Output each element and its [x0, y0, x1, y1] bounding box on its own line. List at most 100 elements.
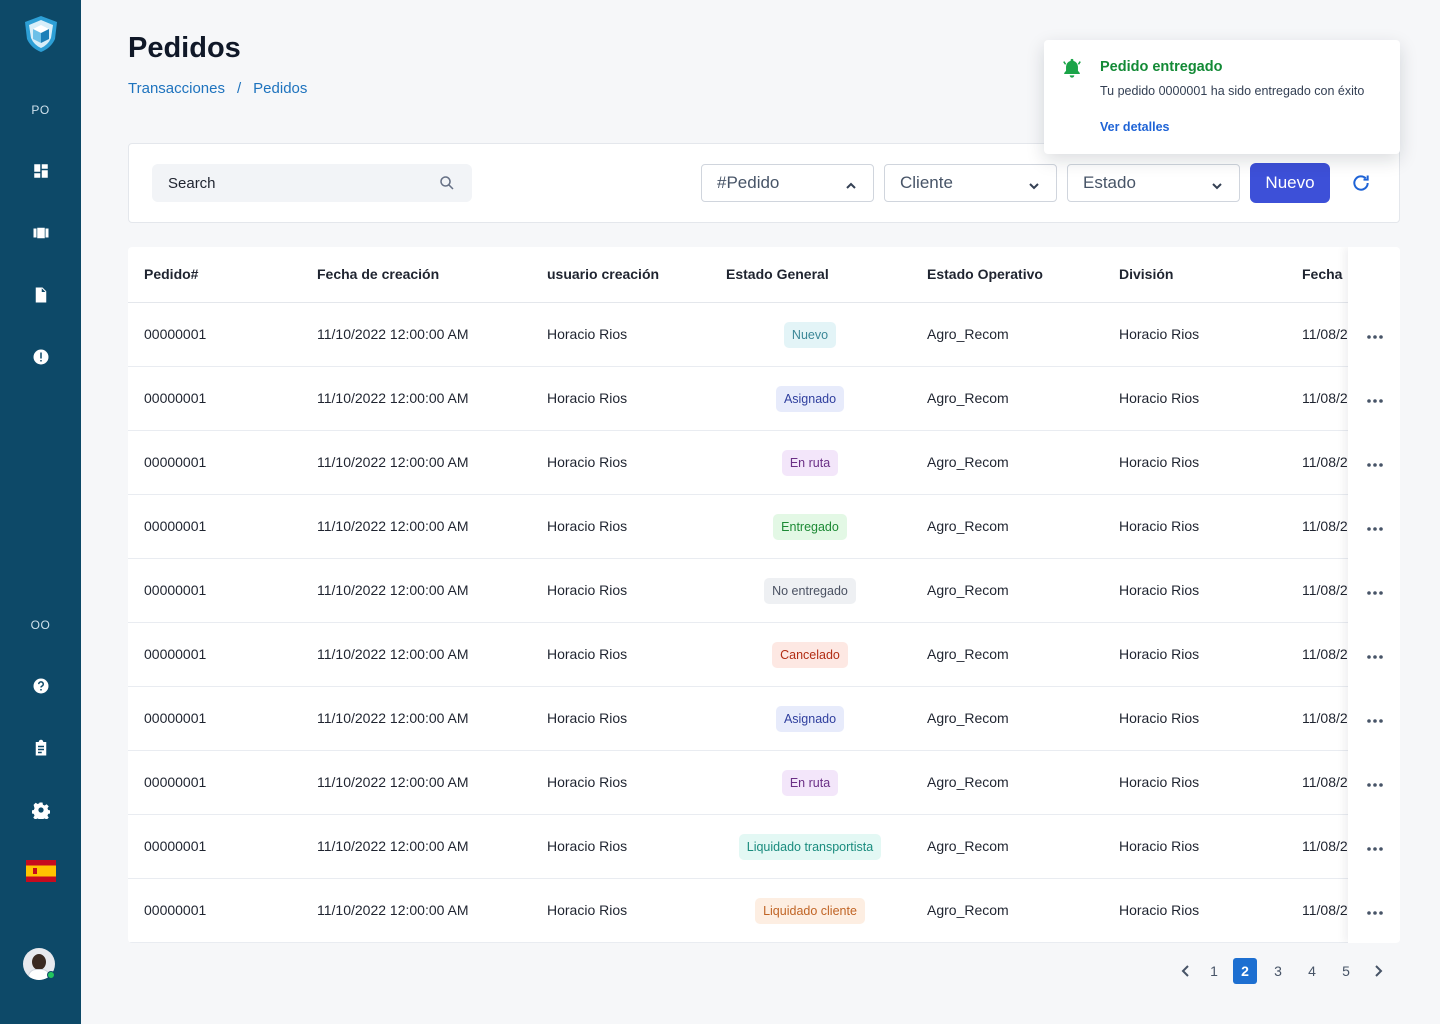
trucks-icon[interactable]	[0, 222, 81, 244]
more-horizontal-icon[interactable]	[1366, 709, 1384, 727]
prev-page-icon[interactable]	[1174, 958, 1198, 984]
page-2[interactable]: 2	[1233, 958, 1257, 984]
cell-pedido: 00000001	[144, 518, 207, 534]
pedido-filter-select[interactable]: #Pedido	[701, 164, 874, 202]
cell-usuario: Horacio Rios	[547, 326, 628, 342]
table-row[interactable]: 00000001 11/10/2022 12:00:00 AM Horacio Ri…	[128, 815, 1400, 879]
cell-fecha: 11/08/2	[1302, 390, 1348, 406]
page-4[interactable]: 4	[1300, 958, 1324, 984]
more-horizontal-icon[interactable]	[1366, 837, 1384, 855]
status-badge: En ruta	[781, 770, 839, 796]
column-header-estado-operativo[interactable]: Estado Operativo	[927, 266, 1043, 282]
table-row[interactable]: 00000001 11/10/2022 12:00:00 AM Horacio Ri…	[128, 623, 1400, 687]
cell-fecha: 11/08/2	[1302, 838, 1348, 854]
notification-toast: Pedido entregado Tu pedido 0000001 ha si…	[1044, 40, 1400, 154]
page-5[interactable]: 5	[1334, 958, 1358, 984]
new-order-button[interactable]: Nuevo	[1250, 163, 1330, 203]
search-input[interactable]: Search	[152, 164, 472, 202]
estado-filter-select[interactable]: Estado	[1067, 164, 1240, 202]
chevron-up-icon	[845, 177, 857, 197]
next-page-icon[interactable]	[1366, 958, 1390, 984]
table-row[interactable]: 00000001 11/10/2022 12:00:00 AM Horacio Ri…	[128, 367, 1400, 431]
table-row[interactable]: 00000001 11/10/2022 12:00:00 AM Horacio Ri…	[128, 431, 1400, 495]
cell-division: Horacio Rios	[1119, 518, 1200, 534]
page-3[interactable]: 3	[1266, 958, 1290, 984]
breadcrumb-pedidos[interactable]: Pedidos	[253, 80, 307, 97]
row-actions-column	[1348, 247, 1400, 943]
pedido-filter-label: #Pedido	[717, 173, 780, 192]
cliente-filter-select[interactable]: Cliente	[884, 164, 1057, 202]
view-details-link[interactable]: Ver detalles	[1100, 120, 1170, 134]
refresh-icon[interactable]	[1351, 173, 1371, 198]
more-horizontal-icon[interactable]	[1366, 389, 1384, 407]
status-badge: En ruta	[781, 450, 839, 476]
page-1[interactable]: 1	[1202, 958, 1226, 984]
column-header-fecha-creacion[interactable]: Fecha de creación	[317, 266, 439, 282]
more-horizontal-icon[interactable]	[1366, 773, 1384, 791]
cell-estado-operativo: Agro_Recom	[927, 646, 1009, 662]
cell-pedido: 00000001	[144, 902, 207, 918]
cell-usuario: Horacio Rios	[547, 902, 628, 918]
column-header-fecha[interactable]: Fecha	[1302, 266, 1342, 282]
table-row[interactable]: 00000001 11/10/2022 12:00:00 AM Horacio Ri…	[128, 879, 1400, 943]
breadcrumb-separator: /	[237, 80, 242, 97]
cell-usuario: Horacio Rios	[547, 582, 628, 598]
table-row[interactable]: 00000001 11/10/2022 12:00:00 AM Horacio Ri…	[128, 303, 1400, 367]
cell-usuario: Horacio Rios	[547, 838, 628, 854]
table-row[interactable]: 00000001 11/10/2022 12:00:00 AM Horacio Ri…	[128, 751, 1400, 815]
table-row[interactable]: 00000001 11/10/2022 12:00:00 AM Horacio Ri…	[128, 495, 1400, 559]
bell-icon	[1061, 57, 1083, 84]
cell-fecha: 11/08/2	[1302, 710, 1348, 726]
cell-usuario: Horacio Rios	[547, 710, 628, 726]
cell-division: Horacio Rios	[1119, 646, 1200, 662]
cell-pedido: 00000001	[144, 774, 207, 790]
status-badge: Nuevo	[783, 322, 837, 348]
cell-division: Horacio Rios	[1119, 710, 1200, 726]
cell-usuario: Horacio Rios	[547, 454, 628, 470]
column-header-division[interactable]: División	[1119, 266, 1173, 282]
more-horizontal-icon[interactable]	[1366, 517, 1384, 535]
cell-division: Horacio Rios	[1119, 774, 1200, 790]
toast-message: Tu pedido 0000001 ha sido entregado con …	[1100, 84, 1365, 98]
column-header-estado-general[interactable]: Estado General	[726, 266, 829, 282]
table-row[interactable]: 00000001 11/10/2022 12:00:00 AM Horacio Ri…	[128, 687, 1400, 751]
cell-division: Horacio Rios	[1119, 454, 1200, 470]
orders-table: Pedido# Fecha de creación usuario creaci…	[128, 247, 1400, 943]
cell-fecha: 11/08/2	[1302, 326, 1348, 342]
cell-pedido: 00000001	[144, 838, 207, 854]
filter-toolbar: Search #Pedido Cliente Estado Nuevo	[128, 143, 1400, 223]
cell-estado-operativo: Agro_Recom	[927, 518, 1009, 534]
cell-division: Horacio Rios	[1119, 326, 1200, 342]
cell-division: Horacio Rios	[1119, 582, 1200, 598]
dashboard-icon[interactable]	[0, 160, 81, 182]
status-badge: Cancelado	[772, 642, 848, 668]
breadcrumb: Transacciones / Pedidos	[128, 80, 307, 97]
gear-icon[interactable]	[0, 799, 81, 821]
more-horizontal-icon[interactable]	[1366, 325, 1384, 343]
cell-estado-operativo: Agro_Recom	[927, 838, 1009, 854]
language-selector[interactable]	[0, 859, 81, 883]
page-title: Pedidos	[128, 32, 241, 64]
more-horizontal-icon[interactable]	[1366, 453, 1384, 471]
breadcrumb-transacciones[interactable]: Transacciones	[128, 80, 225, 97]
cell-fecha-creacion: 11/10/2022 12:00:00 AM	[317, 902, 469, 918]
cell-estado-operativo: Agro_Recom	[927, 454, 1009, 470]
search-icon[interactable]	[438, 174, 456, 196]
alert-icon[interactable]	[0, 346, 81, 368]
document-icon[interactable]	[0, 284, 81, 306]
clipboard-icon[interactable]	[0, 737, 81, 759]
shield-cube-icon	[24, 16, 57, 52]
more-horizontal-icon[interactable]	[1366, 645, 1384, 663]
more-horizontal-icon[interactable]	[1366, 901, 1384, 919]
cell-fecha-creacion: 11/10/2022 12:00:00 AM	[317, 838, 469, 854]
status-badge: Liquidado cliente	[755, 898, 865, 924]
column-header-pedido[interactable]: Pedido#	[144, 266, 198, 282]
toast-title: Pedido entregado	[1100, 59, 1223, 75]
more-horizontal-icon[interactable]	[1366, 581, 1384, 599]
cell-fecha-creacion: 11/10/2022 12:00:00 AM	[317, 582, 469, 598]
column-header-usuario[interactable]: usuario creación	[547, 266, 659, 282]
help-icon[interactable]	[0, 675, 81, 697]
app-logo[interactable]	[0, 14, 81, 54]
cell-fecha-creacion: 11/10/2022 12:00:00 AM	[317, 646, 469, 662]
table-row[interactable]: 00000001 11/10/2022 12:00:00 AM Horacio Ri…	[128, 559, 1400, 623]
